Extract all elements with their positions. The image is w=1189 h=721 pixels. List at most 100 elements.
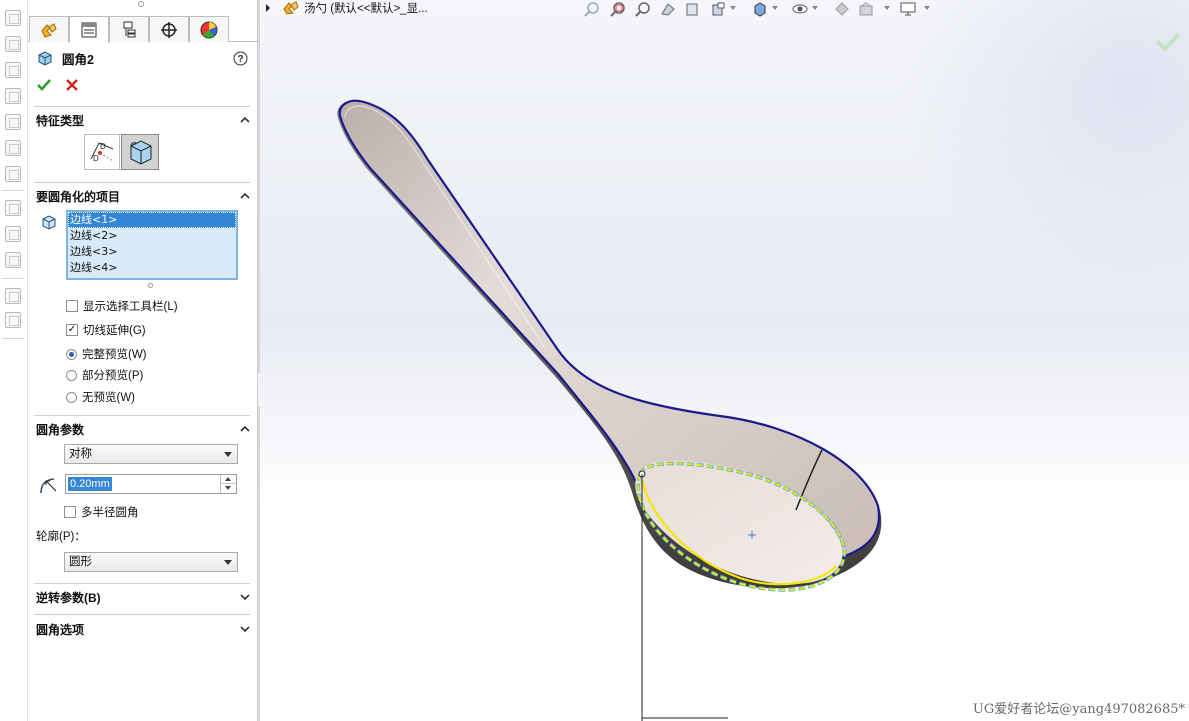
section-header-setback-parameters[interactable]: 逆转参数(B) xyxy=(36,586,251,608)
section-divider xyxy=(34,106,250,107)
view-front-icon[interactable] xyxy=(5,36,21,52)
copy-entity-icon[interactable] xyxy=(5,288,21,304)
view-left-icon[interactable] xyxy=(5,88,21,104)
close-icon[interactable] xyxy=(64,77,80,93)
tab-display-manager[interactable] xyxy=(189,16,229,42)
tangent-propagation-label: 切线延伸(G) xyxy=(83,325,146,337)
fillet-method-value: 对称 xyxy=(69,448,92,460)
no-preview-radio[interactable] xyxy=(66,391,77,403)
no-preview-label: 无预览(W) xyxy=(82,392,136,404)
full-preview-option[interactable]: 完整预览(W) xyxy=(66,346,147,362)
move-entity-icon[interactable] xyxy=(5,312,21,328)
tab-dimxpert[interactable] xyxy=(149,16,189,42)
check-icon[interactable] xyxy=(36,77,52,93)
list-item[interactable]: 边线<3> xyxy=(68,244,236,260)
section-title-fillet-parameters: 圆角参数 xyxy=(36,422,85,437)
radius-value: 0.20mm xyxy=(68,477,112,491)
show-selection-toolbar-label: 显示选择工具栏(L) xyxy=(83,301,178,313)
show-selection-toolbar-checkbox[interactable] xyxy=(66,300,78,312)
section-divider xyxy=(34,182,250,183)
chevron-down-icon xyxy=(224,452,232,457)
list-item[interactable]: 边线<2> xyxy=(68,228,236,244)
manual-fillet-button[interactable]: D D xyxy=(84,134,120,170)
partial-preview-label: 部分预览(P) xyxy=(82,370,144,382)
help-icon[interactable]: ? xyxy=(233,51,248,66)
toolbar-separator xyxy=(2,190,24,191)
configuration-manager-icon xyxy=(123,21,136,37)
tab-property-manager[interactable] xyxy=(69,16,109,43)
section-header-fillet-parameters[interactable]: 圆角参数 xyxy=(36,418,251,440)
left-toolbar xyxy=(0,0,28,721)
chevron-down-icon[interactable] xyxy=(239,591,251,603)
manual-fillet-icon: D D xyxy=(90,142,114,163)
section-header-feature-type[interactable]: 特征类型 xyxy=(36,109,251,131)
section-title-items-to-fillet: 要圆角化的项目 xyxy=(36,189,121,204)
profile-value: 圆形 xyxy=(69,556,92,568)
section-header-fillet-options[interactable]: 圆角选项 xyxy=(36,618,251,640)
view-right-icon[interactable] xyxy=(5,114,21,130)
property-manager-icon xyxy=(81,22,97,38)
radius-spinner[interactable] xyxy=(220,475,236,493)
view-back-icon[interactable] xyxy=(5,62,21,78)
view-top-icon[interactable] xyxy=(5,140,21,156)
toolbar-separator xyxy=(2,278,24,279)
section-title-fillet-options: 圆角选项 xyxy=(36,622,85,637)
select-tool-icon[interactable] xyxy=(5,200,21,216)
svg-text:D: D xyxy=(100,142,106,151)
profile-select[interactable]: 圆形 xyxy=(64,552,238,572)
tab-configuration-manager[interactable] xyxy=(109,16,149,42)
fillet-feature-button[interactable] xyxy=(121,134,159,170)
list-resize-grip-icon[interactable] xyxy=(148,283,153,288)
svg-text:D: D xyxy=(93,154,99,163)
spin-up-icon[interactable] xyxy=(221,475,236,484)
sketch-tool-icon[interactable] xyxy=(5,226,21,242)
profile-label: 轮廓(P)： xyxy=(36,531,86,543)
property-manager-panel: 圆角2 ? 特征类型 D D 要圆角化的项目 边线<1> 边线<2> 边线<3>… xyxy=(28,0,258,721)
list-item[interactable]: 边线<1> xyxy=(68,212,236,228)
fillet-method-select[interactable]: 对称 xyxy=(64,444,238,464)
chevron-up-icon[interactable] xyxy=(239,423,251,435)
partial-preview-radio[interactable] xyxy=(66,369,77,381)
radius-input[interactable]: 0.20mm xyxy=(65,474,237,494)
chevron-down-icon xyxy=(224,560,232,565)
action-buttons xyxy=(36,76,80,94)
edge-selection-icon xyxy=(42,215,56,230)
section-divider xyxy=(34,614,250,615)
section-header-items-to-fillet[interactable]: 要圆角化的项目 xyxy=(36,185,251,207)
chevron-up-icon[interactable] xyxy=(239,114,251,126)
view-orientation-icon[interactable] xyxy=(5,10,21,26)
display-manager-icon xyxy=(200,21,218,38)
chevron-up-icon[interactable] xyxy=(239,190,251,202)
svg-text:?: ? xyxy=(237,54,243,65)
smart-dimension-icon[interactable] xyxy=(5,252,21,268)
edge-selection-list[interactable]: 边线<1> 边线<2> 边线<3> 边线<4> xyxy=(66,210,238,280)
view-isometric-icon[interactable] xyxy=(5,166,21,182)
watermark-text: UG爱好者论坛@yang497082685* xyxy=(972,702,1185,717)
section-title-setback-parameters: 逆转参数(B) xyxy=(36,590,101,605)
no-preview-option[interactable]: 无预览(W) xyxy=(66,389,135,405)
dimxpert-icon xyxy=(161,21,177,38)
partial-preview-option[interactable]: 部分预览(P) xyxy=(66,367,143,383)
multi-radius-option[interactable]: 多半径圆角 xyxy=(64,504,139,520)
manager-tabs xyxy=(28,16,258,43)
spoon-model[interactable] xyxy=(260,0,1189,721)
fillet-feature-icon xyxy=(38,51,52,66)
show-selection-toolbar-option[interactable]: 显示选择工具栏(L) xyxy=(66,298,178,314)
full-preview-radio[interactable] xyxy=(66,348,77,360)
fillet-feature-icon xyxy=(130,140,152,165)
section-divider xyxy=(34,583,250,584)
list-item[interactable]: 边线<4> xyxy=(68,260,236,276)
tangent-propagation-option[interactable]: ✓ 切线延伸(G) xyxy=(66,322,146,338)
feature-header: 圆角2 ? xyxy=(36,48,248,68)
toolbar-separator xyxy=(2,338,24,339)
graphics-viewport[interactable]: 汤勺 (默认<<默认>_显... UG爱好者论坛@yang497082685* xyxy=(260,0,1189,721)
spin-down-icon[interactable] xyxy=(221,484,236,493)
tangent-propagation-checkbox[interactable]: ✓ xyxy=(66,324,78,336)
multi-radius-checkbox[interactable] xyxy=(64,506,76,518)
feature-title: 圆角2 xyxy=(62,52,94,67)
section-title-feature-type: 特征类型 xyxy=(36,113,85,128)
feature-tree-icon xyxy=(41,22,57,38)
panel-grip-icon[interactable] xyxy=(138,1,144,7)
tab-feature-tree[interactable] xyxy=(29,16,69,42)
chevron-down-icon[interactable] xyxy=(239,623,251,635)
